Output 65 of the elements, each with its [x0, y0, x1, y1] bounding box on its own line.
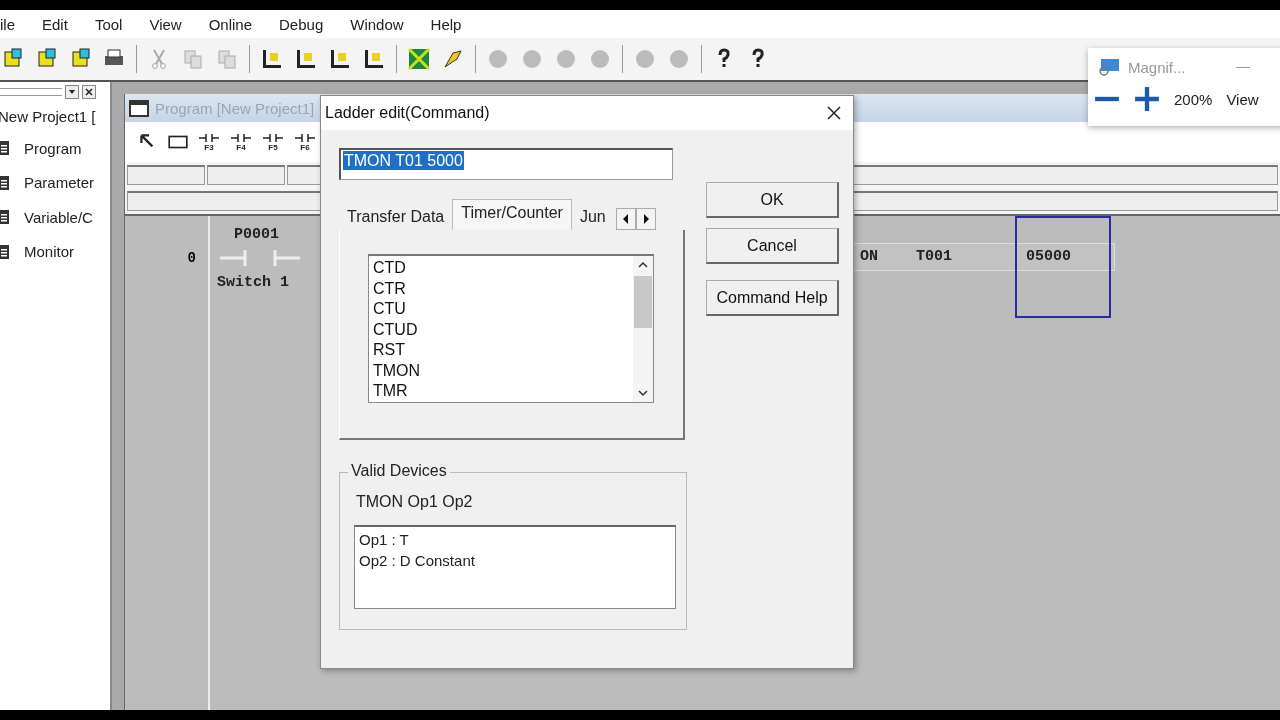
scroll-right-button[interactable]	[635, 208, 656, 230]
menu-item[interactable]: Window	[350, 13, 404, 35]
menu-item[interactable]: Help	[430, 13, 462, 35]
list-item[interactable]: TMR	[373, 381, 629, 402]
list-item[interactable]: CTUD	[373, 319, 629, 340]
syntax-text: TMON Op1 Op2	[356, 493, 474, 511]
contact-tool-button[interactable]: F5	[261, 132, 285, 152]
list-item[interactable]: CTR	[373, 278, 629, 299]
program-icon	[129, 98, 149, 118]
grip-bar[interactable]	[0, 88, 62, 96]
contact-address: P0001	[234, 226, 279, 243]
menu-item[interactable]: Debug	[279, 13, 324, 35]
tab[interactable]: Timer/Counter	[452, 199, 572, 230]
plus-icon[interactable]	[1134, 86, 1160, 112]
contact-icon	[295, 132, 315, 143]
contact-icon	[220, 248, 300, 268]
ladder-icon[interactable]	[362, 47, 386, 71]
tree-item[interactable]: Program	[0, 131, 110, 166]
contact-tool-button[interactable]: F6	[293, 132, 317, 152]
tree-item[interactable]: Parameter	[0, 165, 110, 200]
scroll-left-button[interactable]	[615, 208, 636, 230]
dialog-button[interactable]: Command Help	[706, 280, 839, 316]
instruction-block[interactable]: ON T001 05000	[853, 243, 1115, 271]
minimize-icon[interactable]	[1235, 66, 1250, 68]
grid-icon[interactable]	[407, 47, 431, 71]
scroll-down-icon[interactable]	[637, 387, 649, 399]
contact-tool-button[interactable]: F3	[197, 132, 221, 152]
dialog-button[interactable]: OK	[706, 182, 839, 218]
operand-line: Op2 : D Constant	[359, 551, 476, 571]
tree-item[interactable]: Monitor	[0, 234, 110, 269]
scrollbar[interactable]	[633, 256, 653, 402]
contact-icon	[199, 132, 219, 143]
project-title: New Project1 [	[0, 108, 97, 125]
list-item[interactable]: RST	[373, 340, 629, 361]
ladder-icon[interactable]	[294, 47, 318, 71]
window-title: Program [New Project1]	[155, 99, 315, 117]
menu-item[interactable]: View	[149, 13, 182, 35]
contact-icon	[263, 132, 283, 143]
dialog-title: Ladder edit(Command)	[325, 104, 490, 122]
rung-number: 0	[187, 250, 196, 266]
close-icon[interactable]	[827, 106, 841, 120]
contact-comment: Switch 1	[217, 274, 289, 291]
list-item[interactable]: CTD	[373, 258, 629, 279]
contact-icon	[231, 132, 251, 143]
monitor-icon	[1098, 58, 1120, 76]
contact-tool-button[interactable]: F4	[229, 132, 253, 152]
command-field[interactable]: TMON T01 5000	[339, 148, 673, 180]
menu-item[interactable]: Edit	[42, 13, 68, 35]
list-item[interactable]: TMON	[373, 360, 629, 381]
tab[interactable]: Transfer Data	[339, 204, 453, 230]
zoom-level: 200%	[1174, 90, 1213, 108]
operand-line: Op1 : T	[359, 530, 410, 550]
tab[interactable]: Jun	[571, 204, 614, 230]
menu-item[interactable]: Tool	[94, 13, 123, 35]
ladder-icon[interactable]	[260, 47, 284, 71]
menu-item[interactable]: Online	[208, 13, 252, 35]
close-button[interactable]	[82, 85, 96, 99]
window-title: Magnif...	[1128, 58, 1186, 76]
menu-item[interactable]: ile	[0, 13, 15, 35]
list-item[interactable]: CTU	[373, 299, 629, 320]
views-menu[interactable]: View	[1226, 90, 1259, 108]
tree-item[interactable]: Variable/C	[0, 200, 110, 235]
ladder-icon[interactable]	[328, 47, 352, 71]
dropdown-button[interactable]	[65, 85, 79, 99]
dialog-button[interactable]: Cancel	[706, 228, 839, 264]
